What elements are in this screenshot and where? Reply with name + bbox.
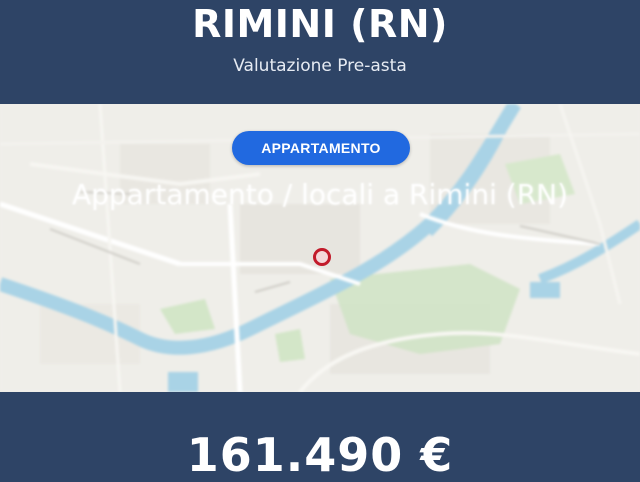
price-banner: 161.490 € (0, 392, 640, 482)
map-watermark-headline: Appartamento / locali a Rimini (RN) (71, 178, 569, 211)
location-pin-icon[interactable] (313, 248, 331, 266)
estimated-price: 161.490 € (186, 428, 454, 482)
header-banner: RIMINI (RN) Valutazione Pre-asta (0, 0, 640, 104)
location-map[interactable]: APPARTAMENTO Appartamento / locali a Rim… (0, 104, 640, 392)
city-title: RIMINI (RN) (192, 2, 448, 46)
property-type-badge[interactable]: APPARTAMENTO (232, 131, 410, 165)
valuation-subtitle: Valutazione Pre-asta (233, 56, 407, 76)
